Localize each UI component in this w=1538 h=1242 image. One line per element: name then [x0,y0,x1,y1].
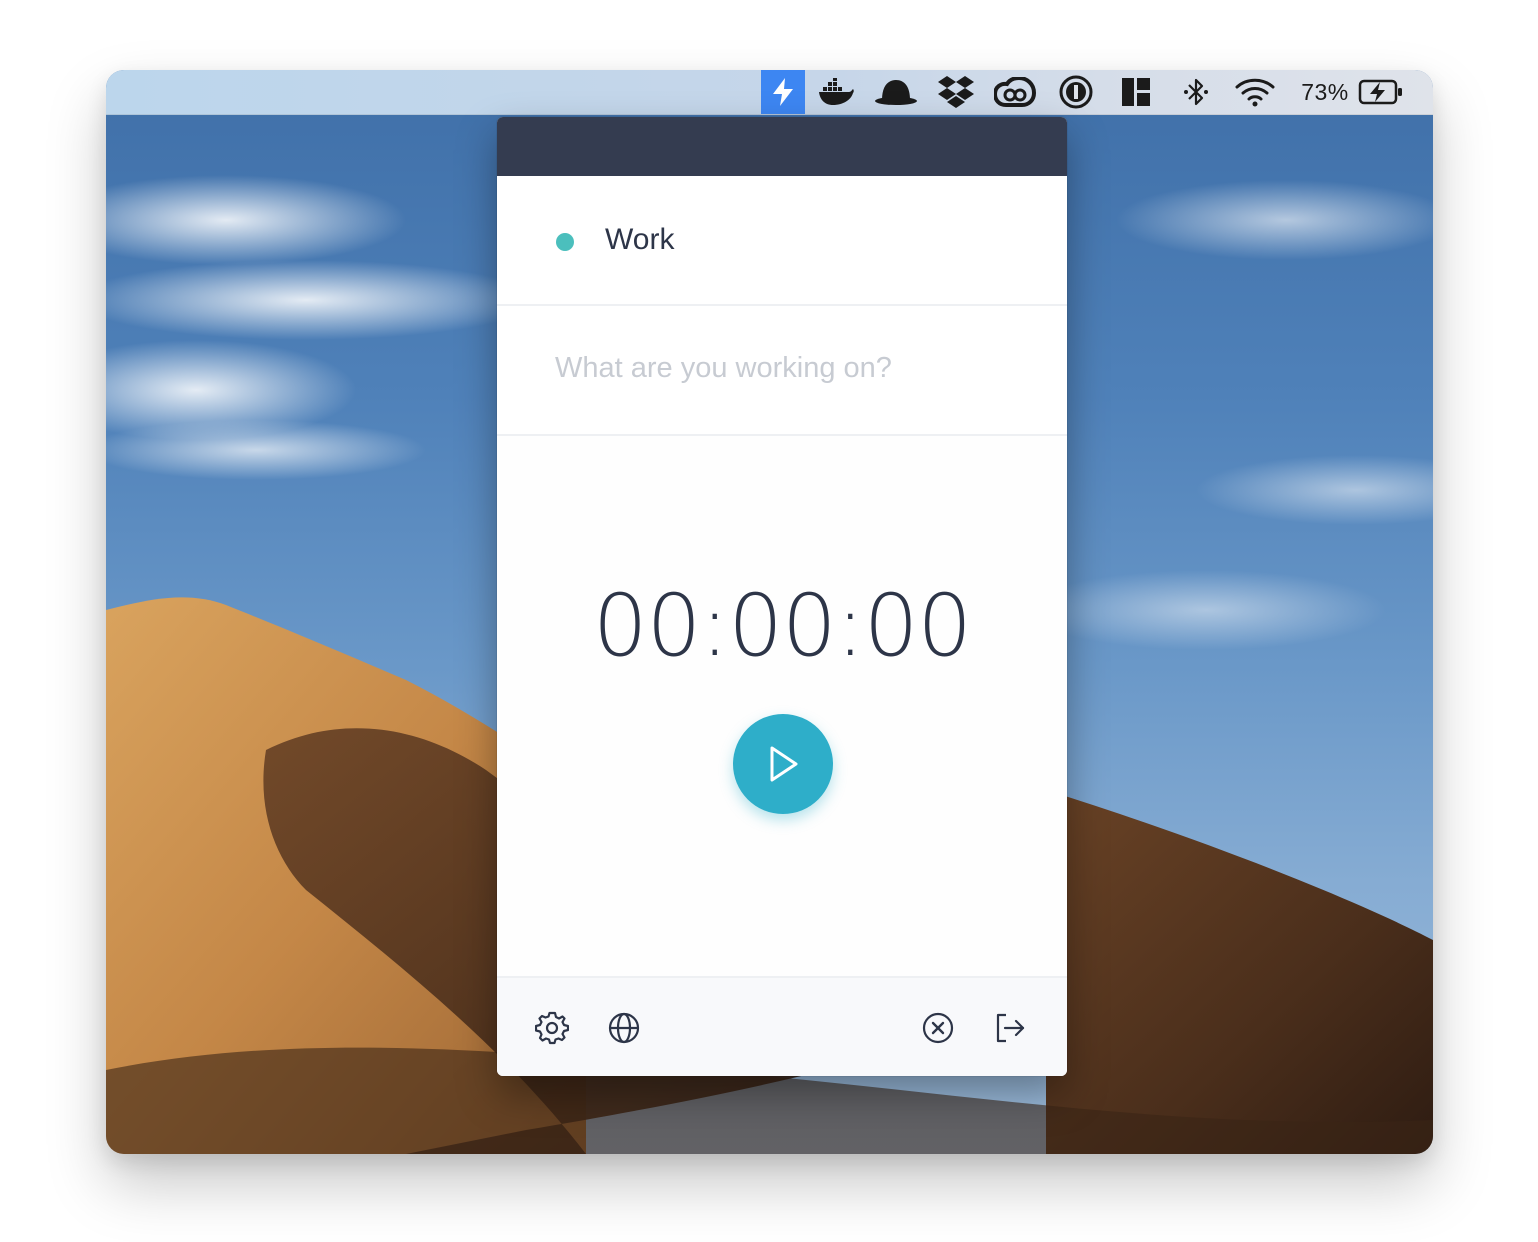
gear-icon[interactable] [534,1010,570,1046]
wifi-icon[interactable] [1233,70,1277,114]
lightning-app-icon[interactable] [761,70,805,114]
task-row [497,306,1067,436]
docker-icon[interactable] [814,70,858,114]
desktop-screen: 73% Work 00:00:00 [106,70,1433,1154]
battery-charging-icon[interactable] [1356,70,1406,114]
timer-area: 00:00:00 [497,436,1067,976]
start-timer-button[interactable] [733,714,833,814]
1password-icon[interactable] [1056,70,1096,114]
globe-icon[interactable] [606,1010,642,1046]
project-selector[interactable]: Work [497,176,1067,306]
task-description-input[interactable] [555,346,1015,390]
battery-percent: 73% [1294,70,1356,114]
timer-popover: Work 00:00:00 [497,117,1067,1076]
close-circle-icon[interactable] [920,1010,956,1046]
bluetooth-icon[interactable] [1176,70,1216,114]
dropbox-icon[interactable] [934,70,978,114]
menu-bar: 73% [106,70,1433,115]
popover-footer [497,976,1067,1076]
popover-header [497,117,1067,176]
project-name: Work [605,223,675,256]
play-icon [770,746,798,782]
logout-icon[interactable] [992,1010,1028,1046]
battery-percent-text: 73% [1301,78,1349,105]
bowler-hat-icon[interactable] [872,70,920,114]
magnet-icon[interactable] [1116,70,1156,114]
timer-display: 00:00:00 [592,576,972,676]
project-color-dot [556,233,574,251]
creative-cloud-icon[interactable] [992,70,1038,114]
